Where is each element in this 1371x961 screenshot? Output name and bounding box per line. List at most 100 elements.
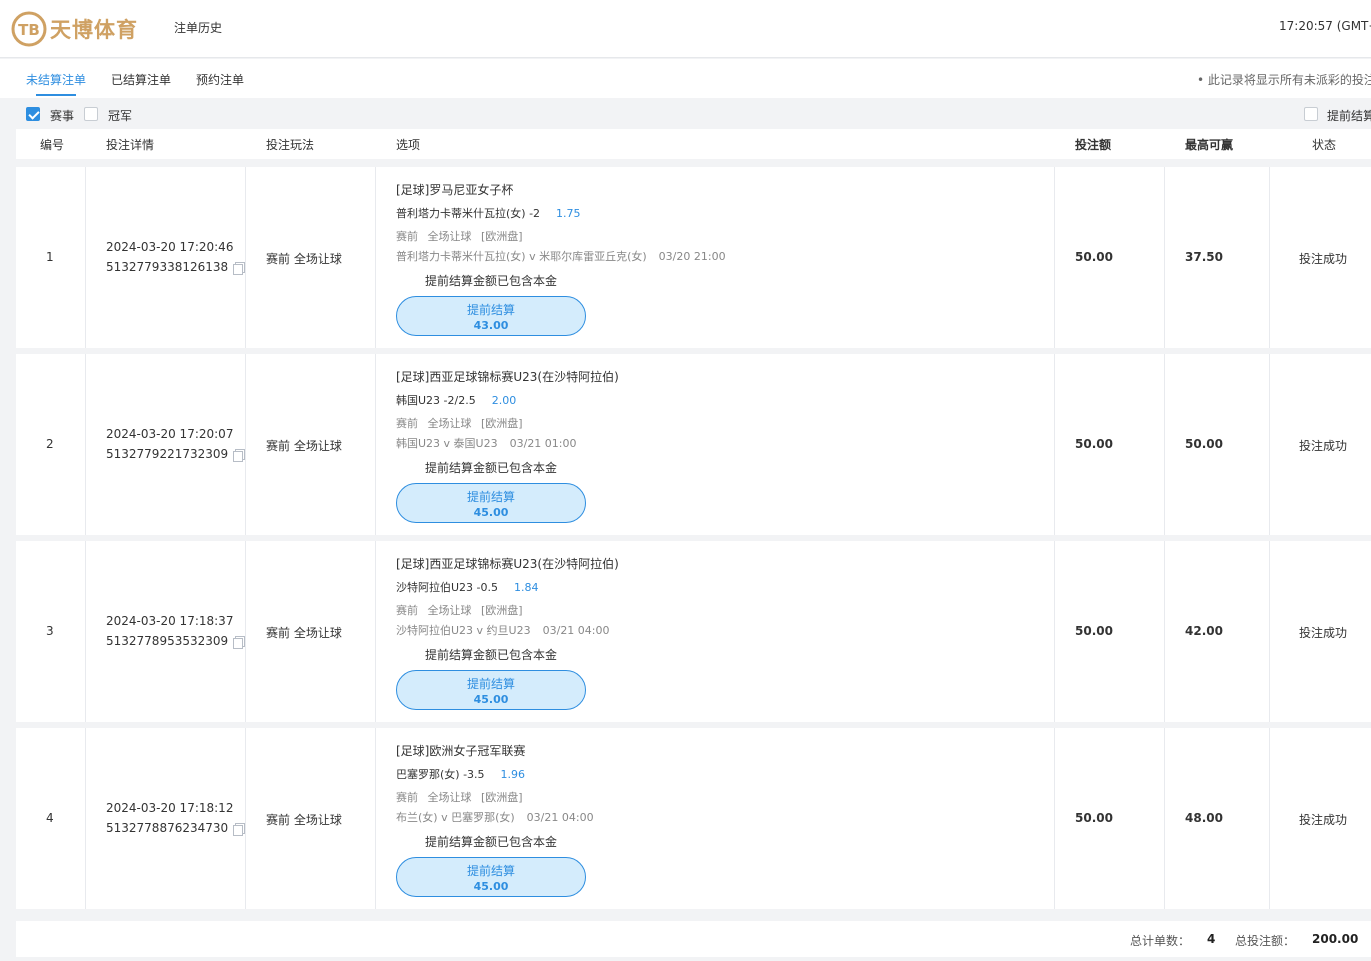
cashout-amount: 43.00	[473, 319, 509, 332]
copy-icon[interactable]	[233, 635, 246, 649]
bet-time: 2024-03-20 17:18:37	[106, 614, 234, 628]
match-info: 普利塔力卡蒂米什瓦拉(女) v 米耶尔库雷亚丘克(女) 03/20 21:00	[396, 248, 726, 264]
logo-text: 天博体育	[50, 18, 138, 42]
match-time: 03/21 01:00	[509, 437, 577, 450]
column-divider	[1269, 354, 1270, 535]
column-divider	[85, 354, 86, 535]
header-stake: 投注额	[1075, 138, 1112, 152]
summary-footer: 总计单数： 4 总投注额： 200.00	[16, 921, 1371, 957]
column-divider	[1269, 541, 1270, 722]
cashout-button[interactable]: 提前结算 45.00	[396, 483, 586, 523]
header-max-win: 最高可赢	[1185, 138, 1234, 152]
event-checkbox[interactable]	[26, 107, 40, 121]
total-stake-label: 总投注额：	[1235, 934, 1296, 948]
stake-amount: 50.00	[1075, 624, 1113, 638]
column-divider	[1269, 167, 1270, 348]
header-option: 选项	[396, 138, 421, 152]
copy-icon[interactable]	[233, 822, 246, 836]
match-time: 03/20 21:00	[658, 250, 726, 263]
tab-unsettled[interactable]: 未结算注单	[26, 71, 86, 88]
bet-id: 5132778953532309	[106, 634, 246, 649]
brand-logo[interactable]: TB 天博体育	[10, 8, 138, 50]
column-divider	[1164, 728, 1165, 909]
bet-market: 赛前 全场让球 [欧洲盘]	[396, 230, 523, 243]
max-win-amount: 42.00	[1185, 624, 1223, 638]
column-divider	[1054, 167, 1055, 348]
league-name: [足球]罗马尼亚女子杯	[396, 183, 514, 197]
notice-text: • 此记录将显示所有未派彩的投注	[1197, 73, 1371, 87]
bet-status: 投注成功	[1299, 626, 1348, 640]
total-stake-value: 200.00	[1312, 932, 1359, 946]
bet-market: 赛前 全场让球 [欧洲盘]	[396, 604, 523, 617]
column-divider	[85, 541, 86, 722]
bet-id: 5132779221732309	[106, 447, 246, 462]
column-divider	[375, 354, 376, 535]
cashout-label: 提前结算	[466, 677, 515, 691]
cashout-button[interactable]: 提前结算 43.00	[396, 296, 586, 336]
top-bar: TB 天博体育 注单历史 17:20:57 (GMT+8	[0, 0, 1371, 58]
total-count-label: 总计单数：	[1130, 934, 1191, 948]
column-divider	[1054, 728, 1055, 909]
stake-amount: 50.00	[1075, 437, 1113, 451]
column-divider	[1054, 354, 1055, 535]
table-row: 2 2024-03-20 17:20:07 5132779221732309 赛…	[16, 354, 1371, 535]
cashout-note: 提前结算金额已包含本金	[425, 835, 558, 849]
bet-id: 5132779338126138	[106, 260, 246, 275]
column-divider	[1054, 541, 1055, 722]
bet-play-type: 赛前 全场让球	[266, 626, 342, 640]
odds-value: 1.84	[514, 581, 539, 594]
match-time: 03/21 04:00	[542, 624, 610, 637]
cashout-note: 提前结算金额已包含本金	[425, 461, 558, 475]
copy-icon[interactable]	[233, 448, 246, 462]
cashout-label: 提前结算	[466, 864, 515, 878]
header-play: 投注玩法	[266, 138, 315, 152]
bet-time: 2024-03-20 17:20:07	[106, 427, 234, 441]
cashout-button[interactable]: 提前结算 45.00	[396, 857, 586, 897]
tab-settled[interactable]: 已结算注单	[111, 71, 171, 88]
pick-text: 普利塔力卡蒂米什瓦拉(女) -2	[396, 207, 541, 220]
max-win-amount: 50.00	[1185, 437, 1223, 451]
column-divider	[1164, 541, 1165, 722]
server-clock: 17:20:57 (GMT+8	[1279, 19, 1371, 33]
bet-play-type: 赛前 全场让球	[266, 252, 342, 266]
bet-play-type: 赛前 全场让球	[266, 813, 342, 827]
odds-value: 2.00	[491, 394, 517, 407]
column-divider	[375, 728, 376, 909]
tab-reserved[interactable]: 预约注单	[196, 71, 244, 88]
total-count-value: 4	[1207, 932, 1216, 946]
league-name: [足球]西亚足球锦标赛U23(在沙特阿拉伯)	[396, 370, 619, 384]
champion-checkbox[interactable]	[84, 107, 98, 121]
cashout-button[interactable]: 提前结算 45.00	[396, 670, 586, 710]
champion-checkbox-label: 冠军	[108, 109, 133, 123]
match-time: 03/21 04:00	[526, 811, 594, 824]
event-checkbox-label: 赛事	[50, 109, 75, 123]
league-name: [足球]欧洲女子冠军联赛	[396, 744, 526, 758]
match-teams: 普利塔力卡蒂米什瓦拉(女) v 米耶尔库雷亚丘克(女)	[396, 250, 647, 263]
column-divider	[245, 354, 246, 535]
cashout-note: 提前结算金额已包含本金	[425, 274, 558, 288]
tabs-bar: 未结算注单 已结算注单 预约注单 • 此记录将显示所有未派彩的投注	[0, 59, 1371, 98]
header-status: 状态	[1312, 138, 1337, 152]
pick-text: 沙特阿拉伯U23 -0.5	[396, 581, 499, 594]
cashout-amount: 45.00	[473, 506, 509, 519]
cashout-amount: 45.00	[473, 693, 509, 706]
table-row: 3 2024-03-20 17:18:37 5132778953532309 赛…	[16, 541, 1371, 722]
cashout-note: 提前结算金额已包含本金	[425, 648, 558, 662]
stake-amount: 50.00	[1075, 250, 1113, 264]
pick-text: 巴塞罗那(女) -3.5	[396, 768, 485, 781]
cashout-label: 提前结算	[466, 490, 515, 504]
header-no: 编号	[40, 138, 65, 152]
active-tab-indicator	[36, 94, 76, 96]
bet-play-type: 赛前 全场让球	[266, 439, 342, 453]
cashout-amount: 45.00	[473, 880, 509, 893]
early-settle-checkbox[interactable]	[1304, 107, 1318, 121]
league-name: [足球]西亚足球锦标赛U23(在沙特阿拉伯)	[396, 557, 619, 571]
filter-bar: 赛事 冠军 提前结算	[0, 98, 1371, 128]
column-divider	[245, 541, 246, 722]
column-divider	[85, 728, 86, 909]
copy-icon[interactable]	[233, 261, 246, 275]
stake-amount: 50.00	[1075, 811, 1113, 825]
table-row: 1 2024-03-20 17:20:46 5132779338126138 赛…	[16, 167, 1371, 348]
bet-pick: 韩国U23 -2/2.5 2.00	[396, 392, 516, 408]
bet-status: 投注成功	[1299, 252, 1348, 266]
